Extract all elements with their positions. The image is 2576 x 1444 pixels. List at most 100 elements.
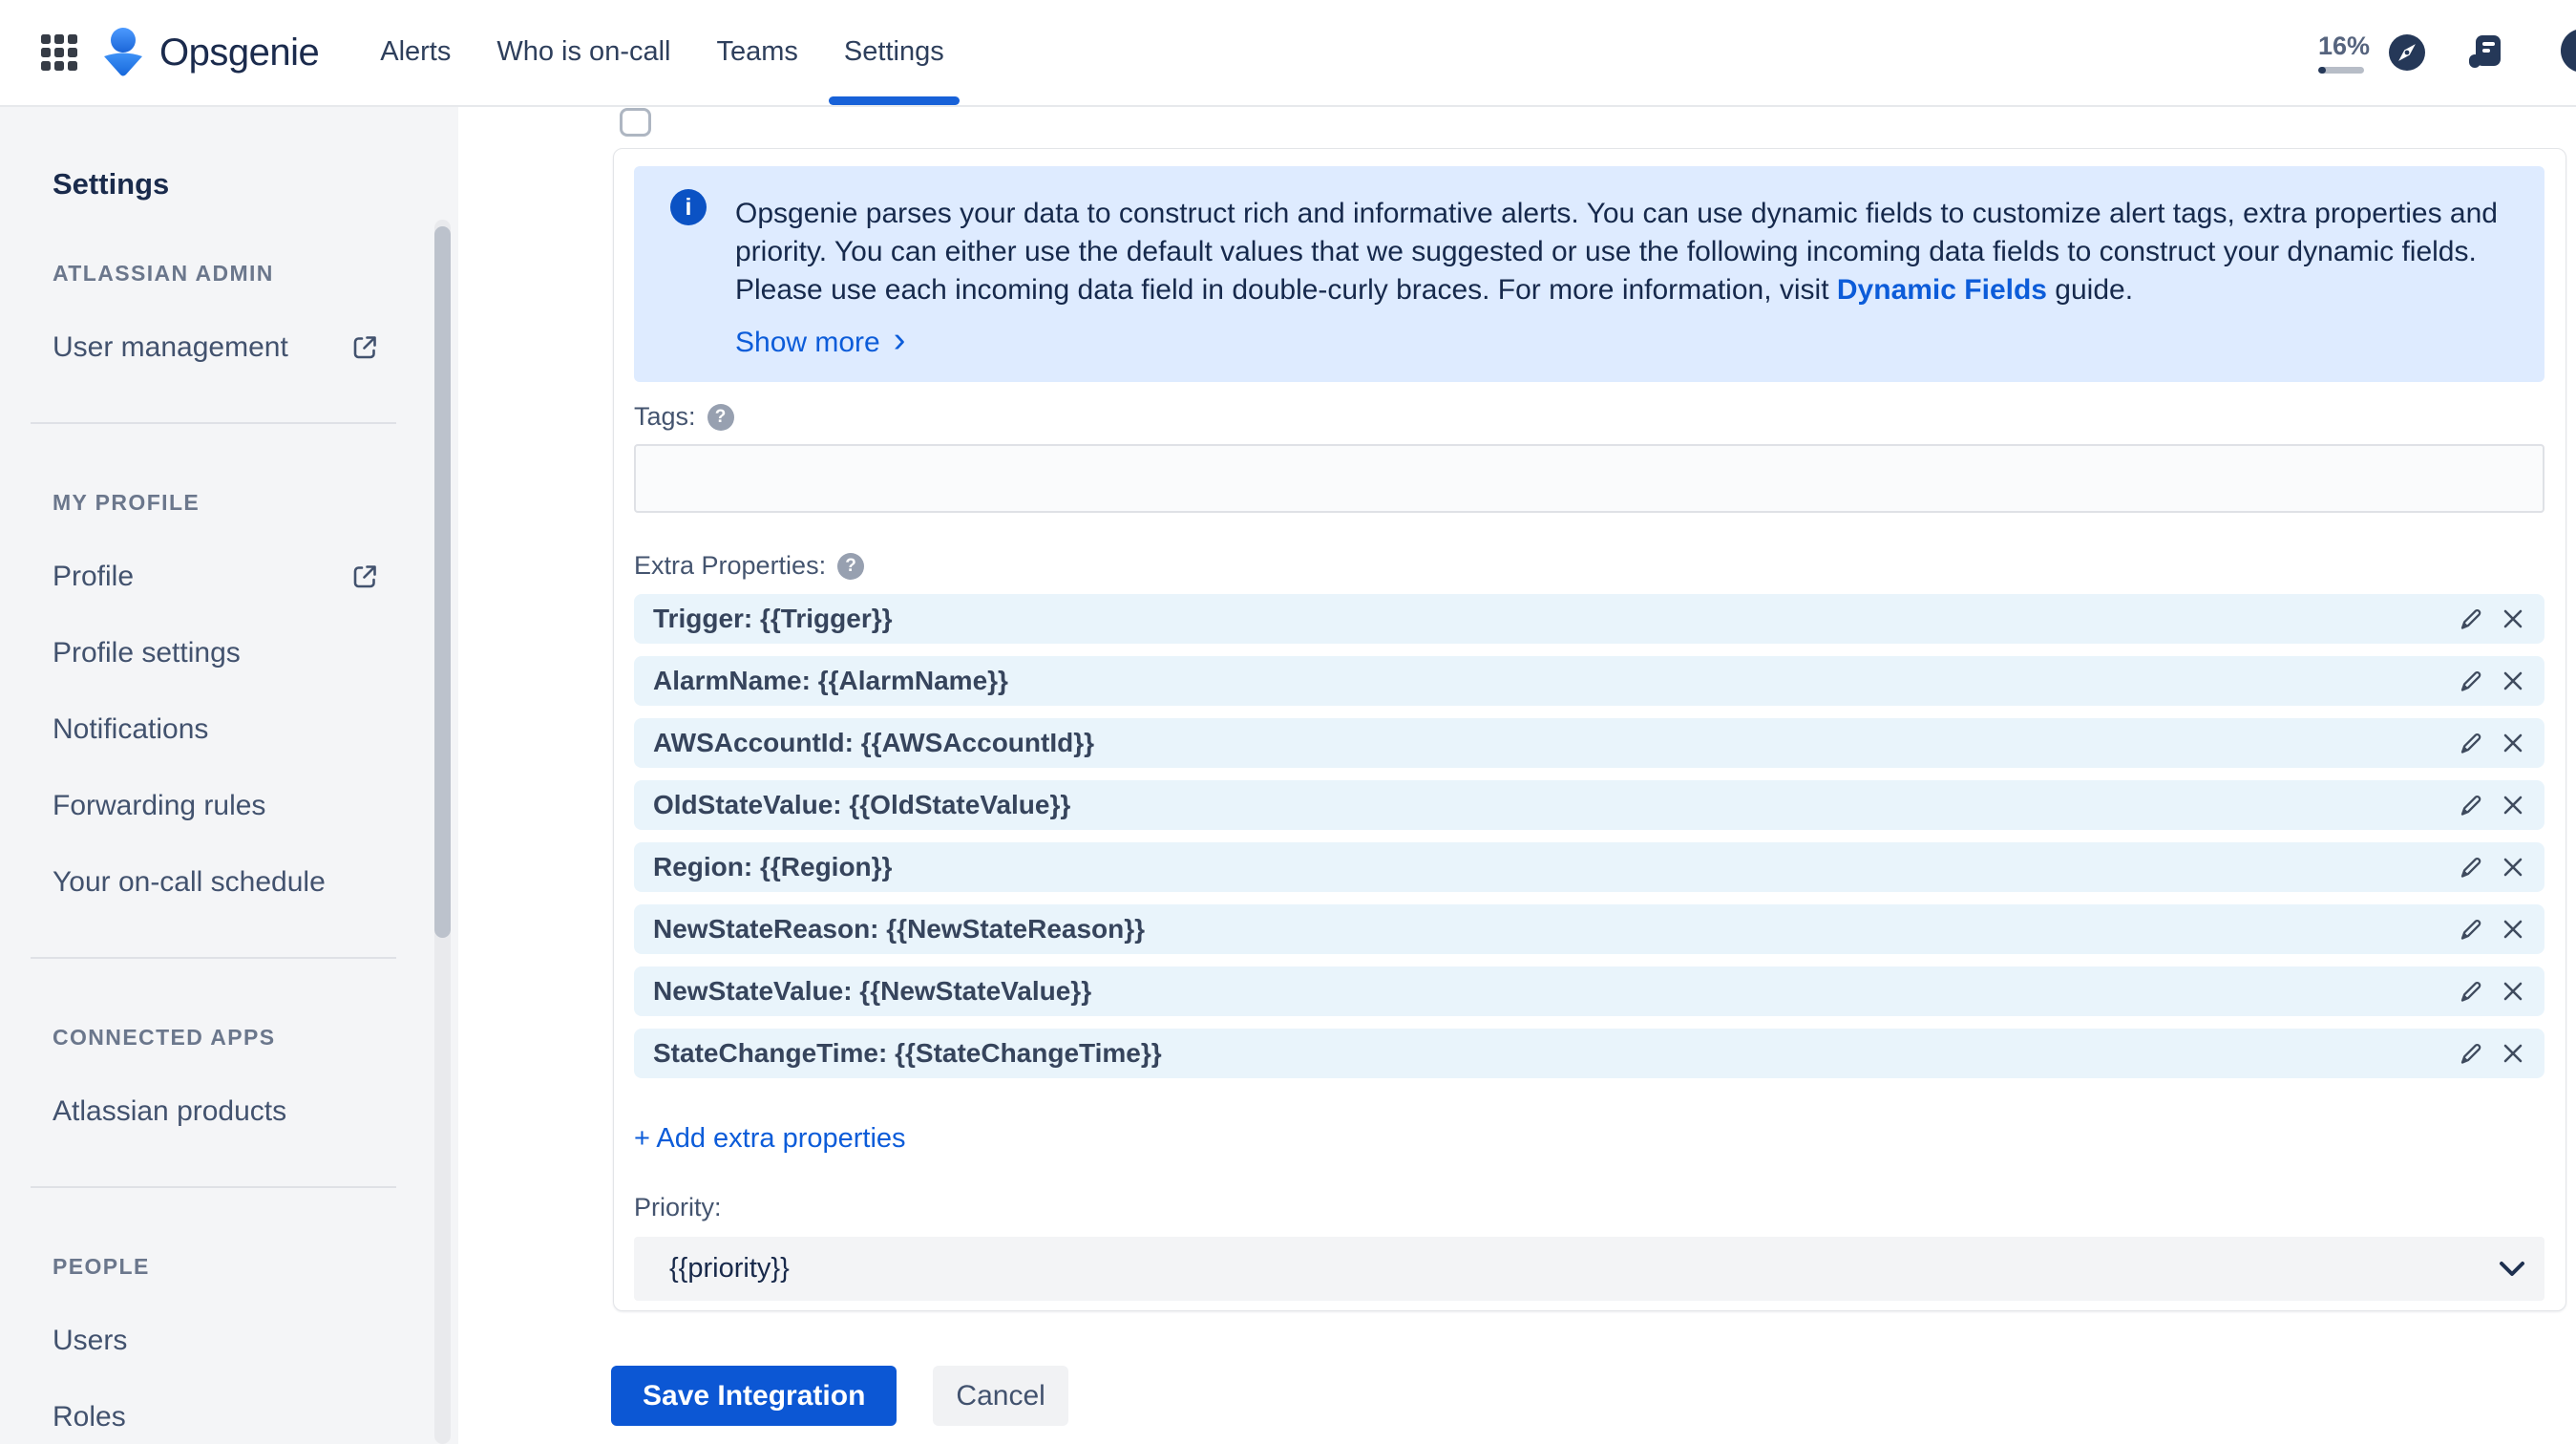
extra-property-value: AWSAccountId: {{AWSAccountId}} (653, 728, 1095, 757)
priority-select[interactable]: {{priority}} (634, 1237, 2544, 1301)
sidebar-item-users[interactable]: Users (53, 1326, 379, 1356)
delete-x-icon[interactable] (2500, 730, 2526, 756)
extra-property-row: Trigger: {{Trigger}} (634, 594, 2544, 644)
priority-label-row: Priority: (634, 1193, 2544, 1222)
sidebar-item-your-on-call-schedule[interactable]: Your on-call schedule (53, 867, 379, 898)
edit-pencil-icon[interactable] (2457, 605, 2485, 633)
priority-value: {{priority}} (669, 1253, 790, 1284)
row-actions (2457, 977, 2526, 1006)
usage-meter[interactable]: 16% (2318, 32, 2371, 74)
nav-tab-teams[interactable]: Teams (717, 1, 798, 105)
sidebar-scrollbar-thumb[interactable] (434, 226, 451, 938)
sidebar-section-label: CONNECTED APPS (53, 1025, 276, 1050)
save-integration-button[interactable]: Save Integration (611, 1366, 897, 1426)
tags-help-icon[interactable]: ? (707, 403, 734, 431)
nav-tab-who-is-on-call[interactable]: Who is on-call (496, 1, 670, 105)
row-actions (2457, 791, 2526, 819)
edit-pencil-icon[interactable] (2457, 915, 2485, 944)
opsgenie-logo[interactable]: Opsgenie (100, 27, 320, 78)
row-actions (2457, 1039, 2526, 1068)
delete-x-icon[interactable] (2500, 1040, 2526, 1067)
chevron-right-icon: › (893, 320, 906, 360)
delete-x-icon[interactable] (2500, 916, 2526, 943)
cancel-button[interactable]: Cancel (933, 1366, 1068, 1426)
extra-property-value: Trigger: {{Trigger}} (653, 604, 893, 633)
settings-sidebar: Settings ATLASSIAN ADMIN User management M… (0, 107, 458, 1444)
sidebar-section: ATLASSIAN ADMIN User management (53, 260, 458, 363)
sidebar-section: MY PROFILE Profile Profile settings Notific… (53, 489, 458, 898)
extra-property-value: Region: {{Region}} (653, 852, 893, 881)
extra-property-row: AlarmName: {{AlarmName}} (634, 656, 2544, 706)
show-more-link[interactable]: Show more › (735, 320, 906, 360)
tags-input[interactable] (634, 444, 2544, 513)
delete-x-icon[interactable] (2500, 854, 2526, 881)
add-extra-properties-link[interactable]: + Add extra properties (634, 1123, 906, 1155)
extra-property-value: NewStateReason: {{NewStateReason}} (653, 914, 1146, 944)
edit-pencil-icon[interactable] (2457, 667, 2485, 695)
dynamic-fields-card: i Opsgenie parses your data to construct… (613, 148, 2566, 1311)
top-nav: Opsgenie Alerts Who is on-call Teams Settin… (0, 0, 2576, 107)
banner-text-line3: Please use each incoming data field in d… (735, 274, 2134, 306)
sidebar-item-roles[interactable]: Roles (53, 1402, 379, 1433)
delete-x-icon[interactable] (2500, 668, 2526, 694)
sidebar-item-user-management[interactable]: User management (53, 332, 379, 363)
edit-pencil-icon[interactable] (2457, 1039, 2485, 1068)
nav-tab-settings[interactable]: Settings (828, 1, 960, 105)
sidebar-divider (31, 1186, 396, 1188)
delete-x-icon[interactable] (2500, 605, 2526, 632)
extra-properties-label: Extra Properties: (634, 551, 827, 580)
help-icon[interactable]: ? (2561, 29, 2576, 73)
extra-property-row: NewStateReason: {{NewStateReason}} (634, 904, 2544, 954)
top-nav-right: 16% (2318, 32, 2503, 74)
app-switcher-icon[interactable] (41, 34, 77, 71)
edit-pencil-icon[interactable] (2457, 729, 2485, 757)
external-link-icon (353, 336, 376, 359)
extra-property-row: StateChangeTime: {{StateChangeTime}} (634, 1029, 2544, 1078)
sidebar-section-label: PEOPLE (53, 1254, 150, 1279)
sidebar-item-atlassian-products[interactable]: Atlassian products (53, 1096, 379, 1127)
compass-icon[interactable] (2389, 34, 2425, 71)
external-link-icon (353, 565, 376, 588)
row-actions (2457, 729, 2526, 757)
primary-nav: Alerts Who is on-call Teams Settings (380, 1, 960, 105)
extra-property-row: Region: {{Region}} (634, 842, 2544, 892)
usage-percent: 16% (2318, 32, 2371, 60)
sidebar-section-label: MY PROFILE (53, 490, 201, 515)
sidebar-item-label: Notifications (53, 713, 209, 745)
opsgenie-logo-icon (104, 28, 142, 76)
sidebar-item-forwarding-rules[interactable]: Forwarding rules (53, 791, 379, 821)
delete-x-icon[interactable] (2500, 978, 2526, 1005)
sidebar-divider (31, 957, 396, 959)
row-actions (2457, 605, 2526, 633)
sidebar-title: Settings (53, 167, 170, 201)
sidebar-item-label: Forwarding rules (53, 790, 266, 821)
edit-pencil-icon[interactable] (2457, 791, 2485, 819)
dynamic-fields-link[interactable]: Dynamic Fields (1837, 274, 2047, 306)
extra-property-row: AWSAccountId: {{AWSAccountId}} (634, 718, 2544, 768)
sidebar-item-profile-settings[interactable]: Profile settings (53, 638, 379, 669)
tags-label: Tags: (634, 402, 696, 431)
sidebar-divider (31, 422, 396, 424)
extra-properties-help-icon[interactable]: ? (837, 552, 865, 580)
priority-label: Priority: (634, 1193, 722, 1221)
sidebar-section-label: ATLASSIAN ADMIN (53, 261, 274, 286)
checkbox[interactable] (620, 108, 651, 137)
sidebar-item-notifications[interactable]: Notifications (53, 714, 379, 745)
extra-property-value: AlarmName: {{AlarmName}} (653, 666, 1008, 695)
release-notes-icon[interactable] (2467, 33, 2503, 72)
delete-x-icon[interactable] (2500, 792, 2526, 818)
row-actions (2457, 667, 2526, 695)
sidebar-item-label: Profile settings (53, 637, 241, 669)
sidebar-section: PEOPLE Users Roles (53, 1253, 458, 1433)
row-actions (2457, 915, 2526, 944)
info-icon: i (670, 189, 707, 225)
row-actions (2457, 853, 2526, 881)
edit-pencil-icon[interactable] (2457, 977, 2485, 1006)
sidebar-item-label: Users (53, 1325, 128, 1356)
edit-pencil-icon[interactable] (2457, 853, 2485, 881)
sidebar-section: CONNECTED APPS Atlassian products (53, 1024, 458, 1127)
sidebar-item-profile[interactable]: Profile (53, 562, 379, 592)
sidebar-item-label: Your on-call schedule (53, 866, 326, 898)
nav-tab-alerts[interactable]: Alerts (380, 1, 451, 105)
extra-property-value: OldStateValue: {{OldStateValue}} (653, 790, 1071, 819)
